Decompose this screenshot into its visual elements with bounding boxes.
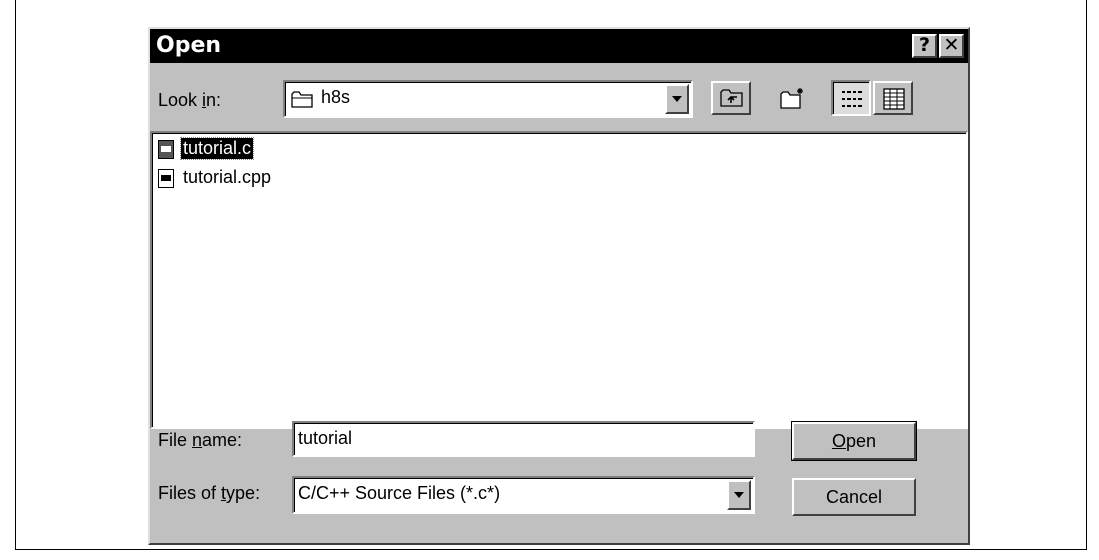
new-folder-icon <box>780 88 803 109</box>
file-name-label: tutorial.c <box>179 137 255 160</box>
cpp-file-icon <box>158 169 174 188</box>
dialog-title: Open <box>156 33 222 58</box>
look-in-value: h8s <box>321 87 351 107</box>
list-item[interactable]: tutorial.cpp <box>156 165 356 191</box>
open-button[interactable]: Open <box>791 421 917 461</box>
look-in-label: Look in: <box>158 90 222 110</box>
list-view-button[interactable] <box>831 80 871 116</box>
look-in-dropdown-button[interactable] <box>665 84 689 114</box>
list-item[interactable]: tutorial.c <box>156 137 356 163</box>
file-type-dropdown-button[interactable] <box>727 480 751 510</box>
file-type-combo[interactable]: C/C++ Source Files (*.c*) <box>292 476 755 514</box>
file-name-input[interactable]: tutorial <box>292 421 755 457</box>
title-bar[interactable]: Open ? ✕ <box>150 29 968 63</box>
cancel-button[interactable]: Cancel <box>792 478 916 516</box>
up-folder-icon <box>720 89 743 107</box>
list-view-icon <box>842 91 862 107</box>
help-button[interactable]: ? <box>912 34 937 58</box>
close-button[interactable]: ✕ <box>939 34 964 58</box>
file-name-label: tutorial.cpp <box>183 167 272 187</box>
chevron-down-icon <box>672 96 682 102</box>
details-view-icon <box>883 88 905 110</box>
chevron-down-icon <box>734 492 744 498</box>
look-in-combo[interactable]: h8s <box>283 80 693 118</box>
folder-icon <box>291 91 313 108</box>
file-list[interactable]: tutorial.c tutorial.cpp <box>150 131 968 429</box>
c-file-icon <box>158 140 174 159</box>
details-view-button[interactable] <box>873 81 913 115</box>
up-one-level-button[interactable] <box>711 81 751 115</box>
open-dialog: Open ? ✕ Look in: h8s tutorial.c tutoria… <box>148 27 970 545</box>
file-name-label: File name: <box>158 430 243 450</box>
file-name-value: tutorial <box>298 428 353 448</box>
file-type-value: C/C++ Source Files (*.c*) <box>298 483 501 503</box>
create-new-folder-button[interactable] <box>771 81 811 115</box>
file-type-label: Files of type: <box>158 483 261 503</box>
